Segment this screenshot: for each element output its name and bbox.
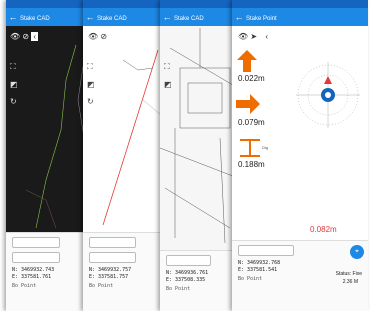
northing: N: 3469932.768 bbox=[238, 260, 281, 266]
east-arrow-icon bbox=[236, 94, 260, 114]
app-title: Stake Point bbox=[246, 16, 277, 22]
distance-value: 0.082m bbox=[310, 225, 337, 234]
app-bar: ← Stake CAD bbox=[160, 8, 238, 26]
easting: E: 337581.761 bbox=[12, 274, 52, 280]
point-field[interactable] bbox=[89, 252, 137, 263]
status-value: 2.36 M bbox=[342, 279, 358, 285]
screen-stake-cad-light: ← Stake CAD 👁 ⊘ ⛶ ◩ ↻ N: 3469932.757 E: 3… bbox=[83, 0, 165, 311]
info-panel: N: 3469932.768 E: 337581.541 Bo Point St… bbox=[232, 240, 368, 311]
eye-icon[interactable]: 👁 bbox=[238, 32, 248, 41]
back-arrow-icon[interactable]: ← bbox=[232, 8, 246, 26]
toolbar: 👁 ➤ ‹ bbox=[238, 32, 268, 41]
status-label: Status: Fixe bbox=[335, 271, 362, 277]
screen-stake-point: ← Stake Point 👁 ➤ ‹ 0.022m 0.079m Dig 0.1… bbox=[232, 0, 368, 311]
back-arrow-icon[interactable]: ← bbox=[160, 8, 174, 26]
tool-label[interactable]: Bo Point bbox=[166, 286, 232, 292]
cad-map[interactable] bbox=[6, 40, 90, 228]
north-arrow-icon bbox=[237, 50, 257, 72]
app-bar: ← Stake Point bbox=[232, 8, 368, 26]
info-panel: N: 3469936.761 E: 337508.335 Bo Point bbox=[160, 250, 238, 311]
easting: E: 337508.335 bbox=[166, 277, 206, 283]
northing: N: 3469936.761 bbox=[166, 270, 209, 276]
compass-radar bbox=[296, 62, 360, 128]
mode-dropdown[interactable] bbox=[89, 237, 137, 248]
app-bar: ← Stake CAD bbox=[6, 8, 90, 26]
cad-map[interactable] bbox=[160, 28, 238, 248]
back-arrow-icon[interactable]: ← bbox=[6, 8, 20, 26]
tool-label[interactable]: Bo Point bbox=[89, 283, 159, 289]
screen-stake-cad-dark: ← Stake CAD 👁 ⊘ ‹ ⛶ ◩ ↻ N: 3469932.743 E:… bbox=[6, 0, 90, 311]
cad-map[interactable] bbox=[83, 40, 165, 230]
dig-label: Dig bbox=[262, 145, 269, 150]
mode-dropdown[interactable] bbox=[238, 245, 295, 256]
tool-label[interactable]: Bo Point bbox=[12, 283, 84, 289]
mode-dropdown[interactable] bbox=[12, 237, 61, 248]
screen-stake-cad-plan: ← Stake CAD ⛶ ◩ N: 3469936.761 E: 337508.… bbox=[160, 0, 238, 311]
status-bar bbox=[160, 0, 238, 8]
info-panel: N: 3469932.743 E: 337581.761 Bo Point bbox=[6, 232, 90, 311]
north-offset: 0.022m bbox=[238, 74, 265, 83]
status-bar bbox=[6, 0, 90, 8]
app-title: Stake CAD bbox=[174, 16, 204, 22]
northing: N: 3469932.743 bbox=[12, 267, 55, 273]
navigation-icon[interactable]: ➤ bbox=[250, 32, 257, 41]
easting: E: 337581.757 bbox=[89, 274, 129, 280]
status-bar bbox=[232, 0, 368, 8]
location-button[interactable]: ⌖ bbox=[350, 245, 364, 259]
dig-offset: 0.188m bbox=[238, 160, 265, 169]
point-field[interactable] bbox=[166, 255, 211, 266]
fullscreen-icon[interactable]: ⛶ bbox=[164, 62, 172, 72]
side-tools: ⛶ ◩ bbox=[164, 62, 172, 89]
info-panel: N: 3469932.757 E: 337581.757 Bo Point bbox=[83, 232, 165, 311]
layer-icon[interactable]: ◩ bbox=[164, 80, 172, 89]
chevron-left-icon[interactable]: ‹ bbox=[265, 32, 268, 41]
app-title: Stake CAD bbox=[97, 16, 127, 22]
back-arrow-icon[interactable]: ← bbox=[83, 8, 97, 26]
app-bar: ← Stake CAD bbox=[83, 8, 165, 26]
point-field[interactable] bbox=[12, 252, 61, 263]
app-title: Stake CAD bbox=[20, 16, 50, 22]
east-offset: 0.079m bbox=[238, 118, 265, 127]
northing: N: 3469932.757 bbox=[89, 267, 132, 273]
status-bar bbox=[83, 0, 165, 8]
dig-icon bbox=[240, 139, 260, 157]
